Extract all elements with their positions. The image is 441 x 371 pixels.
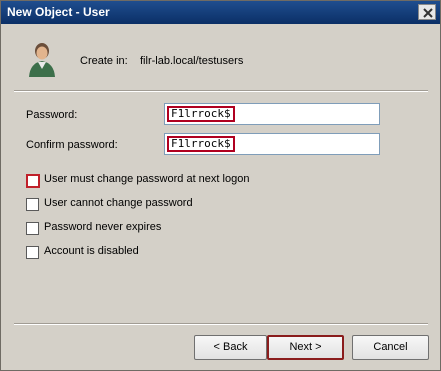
back-button[interactable]: < Back [194,335,267,360]
account-disabled-checkbox[interactable] [26,246,39,259]
password-never-expires-checkbox[interactable] [26,222,39,235]
must-change-password-label: User must change password at next logon [44,173,250,185]
close-button[interactable] [418,4,436,20]
close-icon [423,8,433,18]
header-separator [14,90,428,92]
next-button[interactable]: Next > [267,335,344,360]
confirm-password-field[interactable]: F1lrrock$ [164,133,380,155]
password-label: Password: [26,109,78,121]
footer-separator [14,323,428,325]
window-title: New Object - User [7,5,110,19]
password-value: F1lrrock$ [167,106,235,122]
create-in-label: Create in: [80,55,128,67]
user-icon [29,43,55,77]
account-disabled-label: Account is disabled [44,245,139,257]
cannot-change-password-label: User cannot change password [44,197,193,209]
title-bar[interactable]: New Object - User [1,1,440,24]
confirm-password-label: Confirm password: [26,139,118,151]
cannot-change-password-checkbox[interactable] [26,198,39,211]
confirm-password-value: F1lrrock$ [167,136,235,152]
create-in-path: filr-lab.local/testusers [140,55,244,67]
password-never-expires-label: Password never expires [44,221,162,233]
password-field[interactable]: F1lrrock$ [164,103,380,125]
must-change-password-checkbox[interactable] [26,174,40,188]
new-object-user-dialog: New Object - User Create in: filr-lab.lo… [0,0,441,371]
cancel-button[interactable]: Cancel [352,335,429,360]
